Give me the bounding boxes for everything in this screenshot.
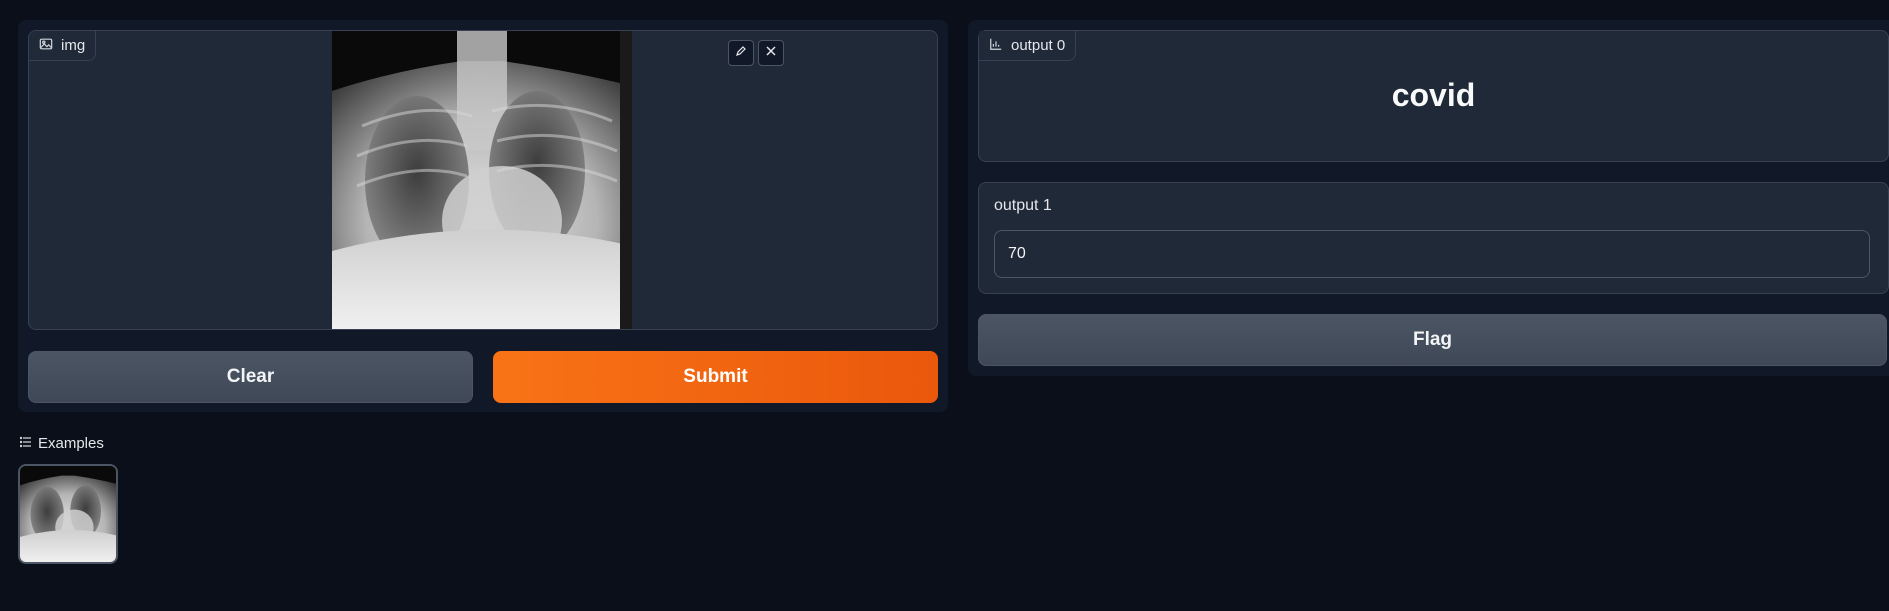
label-output: output 0 covid <box>978 30 1889 162</box>
output-0-label: output 0 <box>1011 37 1066 54</box>
examples-header: Examples <box>19 435 104 452</box>
output-0-tag: output 0 <box>979 31 1077 61</box>
output-panel: output 0 covid output 1 70 Flag <box>968 20 1889 376</box>
output-1-label: output 1 <box>994 197 1052 214</box>
output-1-field[interactable]: 70 <box>994 230 1870 278</box>
input-panel: img Clear Submit <box>18 20 948 412</box>
remove-image-button[interactable] <box>758 40 784 66</box>
flag-button[interactable]: Flag <box>978 314 1887 366</box>
edit-button[interactable] <box>728 40 754 66</box>
uploaded-image <box>332 31 632 329</box>
example-item[interactable] <box>18 464 118 564</box>
example-xray-thumbnail <box>20 466 116 562</box>
bar-chart-icon <box>989 37 1003 55</box>
examples-title: Examples <box>38 435 104 452</box>
submit-button[interactable]: Submit <box>493 351 938 403</box>
image-icon <box>39 37 53 55</box>
close-icon <box>765 44 777 62</box>
image-input[interactable]: img <box>28 30 938 330</box>
textbox-output: output 1 70 <box>978 182 1889 294</box>
clear-button[interactable]: Clear <box>28 351 473 403</box>
list-icon <box>19 435 32 452</box>
image-label: img <box>61 37 86 54</box>
pencil-icon <box>735 44 747 62</box>
image-label-tag: img <box>29 31 97 61</box>
predicted-label: covid <box>1391 77 1476 113</box>
